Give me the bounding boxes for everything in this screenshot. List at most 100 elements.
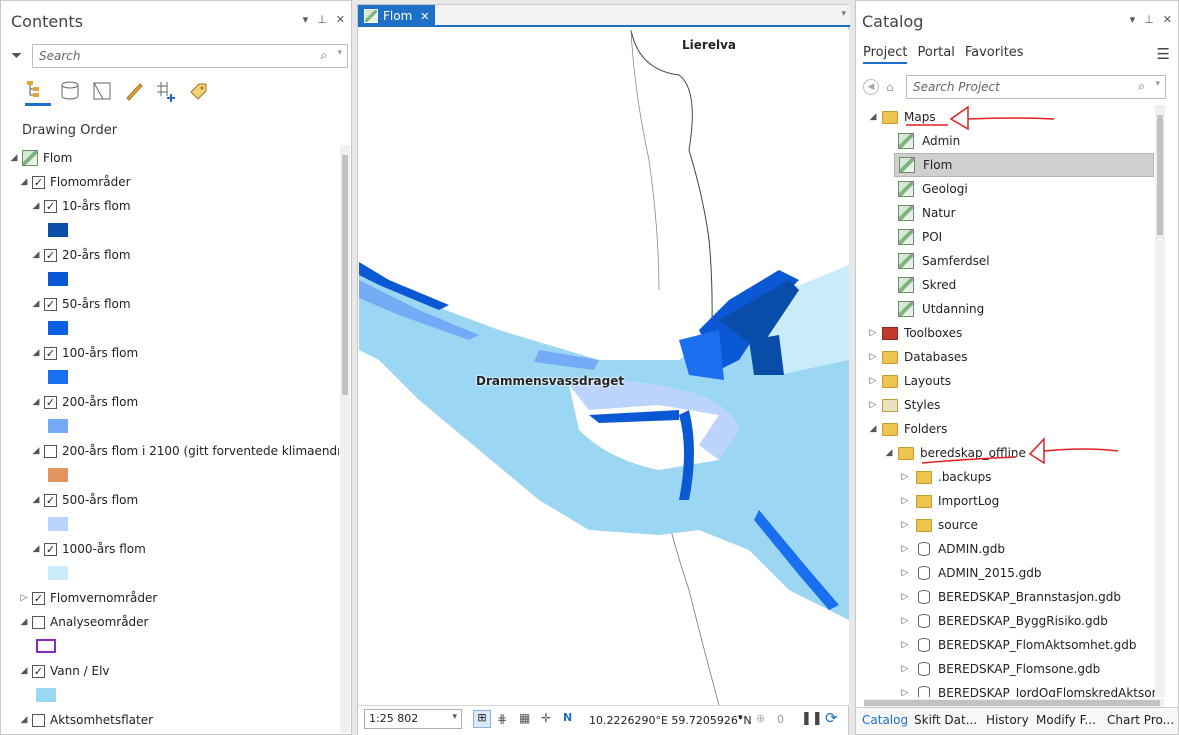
coordinate-format-dropdown-icon[interactable]: ▾: [738, 713, 743, 723]
expand-triangle-icon[interactable]: ◢: [19, 666, 29, 676]
north-arrow-icon[interactable]: N: [563, 711, 572, 724]
selected-features-icon[interactable]: ⊕: [756, 712, 765, 725]
pane-menu-icon[interactable]: ▾: [303, 13, 309, 26]
catalog-hscrollbar[interactable]: [864, 699, 1164, 707]
layer-checkbox[interactable]: ✓: [32, 175, 45, 189]
gdb-byggrisiko[interactable]: ▷ BEREDSKAP_ByggRisiko.gdb: [900, 609, 1108, 633]
layer-checkbox[interactable]: ✓: [32, 591, 45, 605]
bottom-tab-chart-pro[interactable]: Chart Pro...: [1107, 713, 1174, 727]
list-by-source-icon[interactable]: [59, 80, 81, 102]
map-canvas[interactable]: [359, 30, 849, 705]
tab-list-dropdown-icon[interactable]: ▾: [841, 9, 846, 19]
collapsed-triangle-icon[interactable]: ▷: [900, 616, 910, 626]
gdb-flomsone[interactable]: ▷ BEREDSKAP_Flomsone.gdb: [900, 657, 1100, 681]
collapsed-triangle-icon[interactable]: ▷: [19, 593, 29, 603]
layer-group-flomomrader[interactable]: ◢ ✓ Flomområder: [19, 172, 131, 192]
expand-triangle-icon[interactable]: ◢: [31, 495, 41, 505]
collapsed-triangle-icon[interactable]: ▷: [868, 376, 878, 386]
list-by-editing-icon[interactable]: [123, 80, 145, 102]
bottom-tab-catalog[interactable]: Catalog: [862, 713, 908, 727]
gdb-flomaktsomhet[interactable]: ▷ BEREDSKAP_FlomAktsomhet.gdb: [900, 633, 1136, 657]
expand-triangle-icon[interactable]: ◢: [868, 112, 878, 122]
expand-triangle-icon[interactable]: ◢: [31, 299, 41, 309]
map-tab-flom[interactable]: Flom ✕: [358, 5, 435, 27]
filter-icon[interactable]: ⏷: [11, 48, 22, 64]
layer-checkbox[interactable]: ✓: [44, 346, 57, 360]
expand-triangle-icon[interactable]: ◢: [9, 153, 19, 163]
bottom-tab-modify-f[interactable]: Modify F...: [1036, 713, 1096, 727]
collapsed-triangle-icon[interactable]: ▷: [900, 688, 910, 697]
layer-checkbox[interactable]: [44, 444, 57, 458]
collapsed-triangle-icon[interactable]: ▷: [900, 544, 910, 554]
layer-checkbox[interactable]: [32, 713, 45, 727]
close-icon[interactable]: ✕: [1163, 13, 1172, 26]
layer-checkbox[interactable]: ✓: [44, 199, 57, 213]
tab-project[interactable]: Project: [863, 45, 908, 64]
collapsed-triangle-icon[interactable]: ▷: [868, 352, 878, 362]
layer-analyseomrader[interactable]: ◢ Analyseområder: [19, 612, 149, 632]
fixed-zoom-icon[interactable]: ⊞: [473, 710, 491, 728]
layer-aktsomhetsflater[interactable]: ◢ Aktsomhetsflater: [19, 710, 154, 730]
layer-checkbox[interactable]: ✓: [44, 297, 57, 311]
contents-scrollbar[interactable]: [340, 145, 350, 733]
snapping-icon[interactable]: ✛: [541, 711, 551, 725]
layer-100ars-flom[interactable]: ◢ ✓ 100-års flom: [31, 343, 139, 363]
layer-200ars-flom[interactable]: ◢ ✓ 200-års flom: [31, 392, 139, 412]
collapsed-triangle-icon[interactable]: ▷: [900, 472, 910, 482]
scrollbar-thumb[interactable]: [864, 700, 1160, 706]
gdb-brannstasjon[interactable]: ▷ BEREDSKAP_Brannstasjon.gdb: [900, 585, 1121, 609]
bottom-tab-history[interactable]: History: [986, 713, 1029, 727]
collapsed-triangle-icon[interactable]: ▷: [900, 664, 910, 674]
layer-checkbox[interactable]: ✓: [44, 542, 57, 556]
contents-search-input[interactable]: Search ⌕ ▾: [32, 44, 348, 68]
layer-group-flomvernomrader[interactable]: ▷ ✓ Flomvernområder: [19, 588, 158, 608]
collapsed-triangle-icon[interactable]: ▷: [900, 520, 910, 530]
chevron-down-icon[interactable]: ▾: [1155, 79, 1160, 89]
pause-drawing-icon[interactable]: ❚❚: [801, 711, 823, 726]
expand-triangle-icon[interactable]: ◢: [19, 617, 29, 627]
layer-200ars-flom-2100[interactable]: ◢ 200-års flom i 2100 (gitt forventede k…: [31, 441, 339, 461]
pin-icon[interactable]: ⊥: [1144, 13, 1154, 26]
scale-selector[interactable]: 1:25 802 ▾: [364, 709, 462, 729]
collapsed-triangle-icon[interactable]: ▷: [900, 568, 910, 578]
hamburger-menu-icon[interactable]: ☰: [1157, 45, 1170, 63]
subfolder-importlog[interactable]: ▷ ImportLog: [900, 489, 1000, 513]
refresh-icon[interactable]: ⟳: [825, 709, 838, 727]
grid-icon[interactable]: ⋕: [497, 712, 507, 726]
layer-checkbox[interactable]: ✓: [44, 395, 57, 409]
back-icon[interactable]: ◀: [863, 79, 879, 95]
collapsed-triangle-icon[interactable]: ▷: [868, 328, 878, 338]
expand-triangle-icon[interactable]: ◢: [31, 397, 41, 407]
scrollbar-thumb[interactable]: [342, 155, 348, 395]
pane-menu-icon[interactable]: ▾: [1130, 13, 1136, 26]
subfolder-source[interactable]: ▷ source: [900, 513, 978, 537]
layer-checkbox[interactable]: ✓: [44, 493, 57, 507]
layer-500ars-flom[interactable]: ◢ ✓ 500-års flom: [31, 490, 139, 510]
layer-vann-elv[interactable]: ◢ ✓ Vann / Elv: [19, 661, 110, 681]
table-grid-icon[interactable]: ▦: [519, 711, 530, 725]
list-by-snapping-icon[interactable]: [155, 80, 179, 102]
layer-50ars-flom[interactable]: ◢ ✓ 50-års flom: [31, 294, 131, 314]
expand-triangle-icon[interactable]: ◢: [31, 544, 41, 554]
expand-triangle-icon[interactable]: ◢: [31, 250, 41, 260]
expand-triangle-icon[interactable]: ◢: [19, 715, 29, 725]
expand-triangle-icon[interactable]: ◢: [19, 177, 29, 187]
collapsed-triangle-icon[interactable]: ▷: [900, 640, 910, 650]
collapsed-triangle-icon[interactable]: ▷: [868, 400, 878, 410]
pin-icon[interactable]: ⊥: [317, 13, 327, 26]
expand-triangle-icon[interactable]: ◢: [31, 446, 41, 456]
gdb-admin-2015[interactable]: ▷ ADMIN_2015.gdb: [900, 561, 1042, 585]
chevron-down-icon[interactable]: ▾: [337, 48, 342, 58]
layer-1000ars-flom[interactable]: ◢ ✓ 1000-års flom: [31, 539, 146, 559]
collapsed-triangle-icon[interactable]: ▷: [900, 496, 910, 506]
catalog-search-input[interactable]: Search Project ⌕ ▾: [906, 75, 1166, 99]
scrollbar-thumb[interactable]: [1157, 115, 1163, 235]
gdb-admin[interactable]: ▷ ADMIN.gdb: [900, 537, 1005, 561]
layer-checkbox[interactable]: [32, 615, 45, 629]
tab-portal[interactable]: Portal: [917, 45, 954, 64]
layer-10ars-flom[interactable]: ◢ ✓ 10-års flom: [31, 196, 131, 216]
home-icon[interactable]: ⌂: [886, 80, 894, 94]
close-icon[interactable]: ✕: [336, 13, 345, 26]
list-by-drawing-order-button[interactable]: [25, 78, 51, 106]
catalog-scrollbar[interactable]: [1155, 105, 1165, 697]
